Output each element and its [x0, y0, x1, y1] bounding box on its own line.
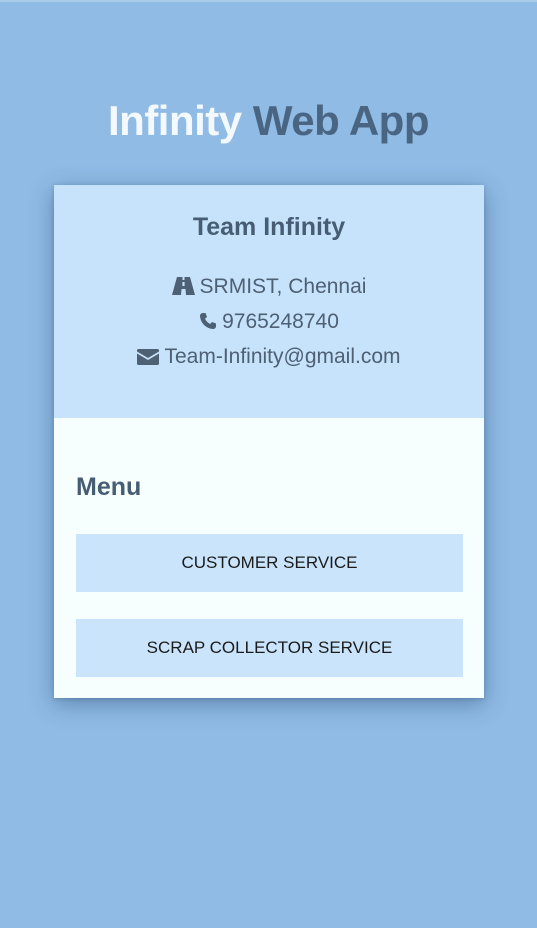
location-text: SRMIST, Chennai — [199, 275, 367, 298]
phone-icon — [199, 311, 217, 337]
email-text: Team-Infinity@gmail.com — [164, 345, 401, 368]
phone-text: 9765248740 — [222, 310, 339, 333]
customer-service-button[interactable]: CUSTOMER SERVICE — [76, 534, 463, 592]
app-title-part2: Web App — [252, 97, 430, 144]
top-edge-line — [0, 0, 537, 2]
location-row: SRMIST, Chennai — [54, 274, 484, 302]
team-name: Team Infinity — [192, 213, 346, 241]
email-row: Team-Infinity@gmail.com — [54, 344, 484, 372]
app-title-part1: Infinity — [108, 97, 242, 144]
road-icon — [171, 276, 195, 302]
menu-heading: Menu — [76, 473, 142, 501]
phone-row: 9765248740 — [54, 309, 484, 337]
scrap-collector-service-button[interactable]: SCRAP COLLECTOR SERVICE — [76, 619, 463, 677]
contact-card: Team Infinity SRMIST, Chennai 9765248740 — [54, 185, 484, 698]
envelope-icon — [137, 346, 160, 372]
team-info-panel: Team Infinity SRMIST, Chennai 9765248740 — [54, 185, 484, 418]
app-title: Infinity Web App — [0, 96, 537, 146]
